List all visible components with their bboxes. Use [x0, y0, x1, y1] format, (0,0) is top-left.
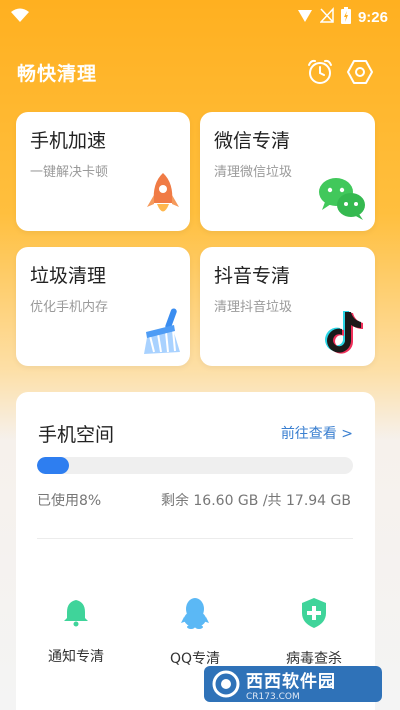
clock-time: 9:26: [357, 8, 388, 26]
tool-virus-scan[interactable]: 病毒查杀: [266, 597, 362, 668]
tool-label: 通知专清: [48, 649, 104, 665]
storage-progress-fill: [37, 457, 69, 474]
header-actions: [306, 58, 374, 86]
card-subtitle: 一键解决卡顿: [30, 165, 109, 180]
wifi-icon: [10, 7, 30, 27]
watermark-logo-icon: [212, 670, 240, 698]
tool-notification-clean[interactable]: 通知专清: [28, 597, 124, 666]
watermark-text-group: 西西软件园 CR173.COM: [246, 667, 336, 702]
header: 畅快清理: [0, 52, 400, 92]
card-subtitle: 清理微信垃圾: [214, 165, 293, 180]
wechat-icon: [317, 175, 367, 225]
settings-hexagon-icon[interactable]: [346, 58, 374, 86]
card-title: 垃圾清理: [30, 265, 107, 287]
card-douyin-clean[interactable]: 抖音专清 清理抖音垃圾: [200, 247, 375, 366]
view-details-link[interactable]: 前往查看 >: [281, 423, 353, 443]
signal-icon: [297, 7, 313, 27]
tool-label: QQ专清: [169, 651, 221, 667]
card-subtitle: 优化手机内存: [30, 300, 109, 315]
divider: [37, 538, 353, 539]
used-percentage: 已使用8%: [37, 493, 102, 509]
alarm-clock-icon[interactable]: [306, 58, 334, 86]
card-title: 微信专清: [214, 130, 291, 152]
broom-icon: [138, 306, 184, 360]
shield-icon: [266, 597, 362, 633]
card-title: 手机加速: [30, 130, 107, 152]
remaining-space: 剩余 16.60 GB /共 17.94 GB: [160, 493, 351, 509]
card-junk-clean[interactable]: 垃圾清理 优化手机内存: [16, 247, 190, 366]
bell-icon: [28, 597, 124, 631]
card-wechat-clean[interactable]: 微信专清 清理微信垃圾: [200, 112, 375, 231]
qq-penguin-icon: [147, 597, 243, 633]
storage-card: 手机空间 前往查看 > 已使用8% 剩余 16.60 GB /共 17.94 G…: [16, 392, 375, 710]
tool-label: 病毒查杀: [286, 651, 342, 667]
app-title: 畅快清理: [17, 62, 98, 85]
no-sim-icon: [319, 7, 334, 27]
tool-qq-clean[interactable]: QQ专清: [147, 597, 243, 668]
card-subtitle: 清理抖音垃圾: [214, 300, 293, 315]
card-phone-boost[interactable]: 手机加速 一键解决卡顿: [16, 112, 190, 231]
site-watermark: 西西软件园 CR173.COM: [204, 666, 382, 702]
watermark-url: CR173.COM: [246, 691, 300, 702]
douyin-icon: [323, 308, 365, 360]
watermark-text: 西西软件园: [246, 671, 336, 692]
card-title: 抖音专清: [214, 265, 291, 287]
status-bar: 9:26: [0, 0, 400, 34]
storage-title: 手机空间: [38, 424, 115, 446]
status-right: 9:26: [297, 6, 388, 28]
battery-icon: [340, 6, 351, 28]
storage-progress-bar: [37, 457, 353, 474]
rocket-icon: [144, 171, 182, 225]
